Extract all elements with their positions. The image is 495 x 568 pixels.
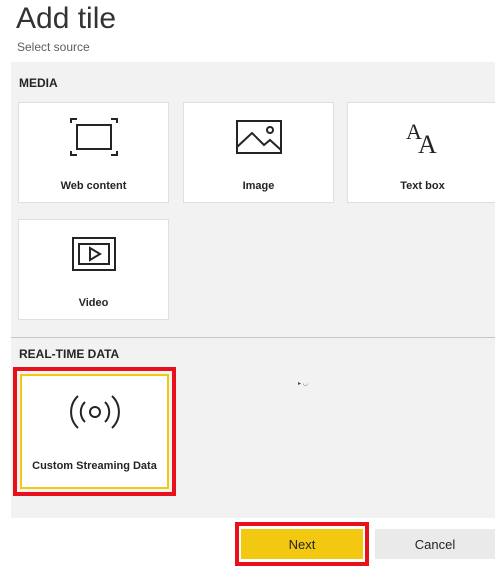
svg-text:A: A — [418, 130, 437, 157]
tile-image[interactable]: Image — [183, 102, 334, 203]
mouse-cursor: ▸ ◡ — [298, 381, 308, 387]
frame-icon — [19, 117, 168, 157]
tile-label: Web content — [60, 180, 127, 192]
tile-text-box[interactable]: A A Text box — [347, 102, 495, 203]
text-box-icon: A A — [348, 117, 495, 157]
media-section-heading: MEDIA — [19, 76, 58, 90]
tile-video[interactable]: Video — [18, 219, 169, 320]
highlight-box — [13, 367, 176, 496]
highlight-box — [235, 522, 369, 566]
tile-label: Video — [78, 297, 109, 309]
tile-label: Image — [242, 180, 275, 192]
video-icon — [19, 234, 168, 274]
dialog-subtitle: Select source — [17, 40, 90, 54]
image-icon — [184, 117, 333, 157]
tile-web-content[interactable]: Web content — [18, 102, 169, 203]
cancel-button[interactable]: Cancel — [375, 529, 495, 559]
dialog-title: Add tile — [16, 2, 117, 35]
section-divider — [11, 337, 495, 338]
tile-label: Text box — [400, 180, 445, 192]
realtime-section-heading: REAL-TIME DATA — [19, 347, 120, 361]
